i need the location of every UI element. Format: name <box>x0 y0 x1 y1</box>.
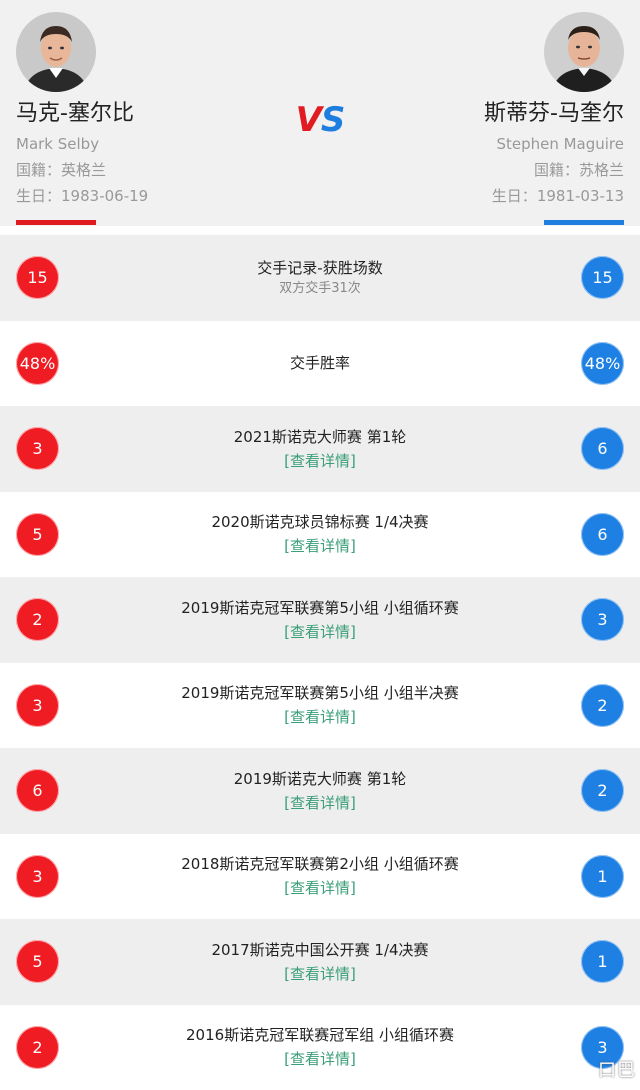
right-score-badge: 3 <box>581 598 624 641</box>
player-left-birthday: 生日：1983-06-19 <box>16 186 148 206</box>
right-score-badge: 48% <box>581 342 624 385</box>
match-title: 2017斯诺克中国公开赛 1/4决赛 <box>211 939 428 961</box>
player-left-avatar[interactable] <box>16 12 96 92</box>
right-score-badge: 2 <box>581 684 624 727</box>
view-details-link[interactable]: [查看详情] <box>284 535 356 557</box>
nationality-value: 英格兰 <box>61 161 106 179</box>
view-details-link[interactable]: [查看详情] <box>284 706 356 728</box>
view-details-link[interactable]: [查看详情] <box>284 877 356 899</box>
match-title: 2019斯诺克大师赛 第1轮 <box>234 768 407 790</box>
player-right: 斯蒂芬-马奎尔 Stephen Maguire 国籍：苏格兰 生日：1981-0… <box>484 12 624 206</box>
left-score-badge: 2 <box>16 1026 59 1069</box>
player-left-color-bar <box>16 220 96 225</box>
left-score-badge: 2 <box>16 598 59 641</box>
nationality-label: 国籍： <box>534 161 579 179</box>
row-center: 2018斯诺克冠军联赛第2小组 小组循环赛 [查看详情] <box>90 834 550 920</box>
match-title: 2019斯诺克冠军联赛第5小组 小组半决赛 <box>181 682 459 704</box>
matchup-header: 马克-塞尔比 Mark Selby 国籍：英格兰 生日：1983-06-19 V… <box>0 0 640 226</box>
view-details-link[interactable]: [查看详情] <box>284 621 356 643</box>
match-row: 5 2017斯诺克中国公开赛 1/4决赛 [查看详情] 1 <box>0 919 640 1005</box>
left-score-badge: 3 <box>16 855 59 898</box>
view-details-link[interactable]: [查看详情] <box>284 792 356 814</box>
row-center: 2020斯诺克球员锦标赛 1/4决赛 [查看详情] <box>90 492 550 578</box>
row-title: 交手胜率 <box>290 352 350 374</box>
match-title: 2020斯诺克球员锦标赛 1/4决赛 <box>211 511 428 533</box>
player-left-nationality: 国籍：英格兰 <box>16 160 148 180</box>
row-center: 交手记录-获胜场数 双方交手31次 <box>90 235 550 321</box>
row-center: 交手胜率 <box>90 321 550 407</box>
view-details-link[interactable]: [查看详情] <box>284 963 356 985</box>
row-center: 2019斯诺克冠军联赛第5小组 小组半决赛 [查看详情] <box>90 663 550 749</box>
win-rate-row: 48% 交手胜率 48% <box>0 321 640 407</box>
row-center: 2017斯诺克中国公开赛 1/4决赛 [查看详情] <box>90 919 550 1005</box>
row-center: 2019斯诺克冠军联赛第5小组 小组循环赛 [查看详情] <box>90 577 550 663</box>
player-right-avatar[interactable] <box>544 12 624 92</box>
row-title: 交手记录-获胜场数 <box>257 257 382 279</box>
player-right-name: 斯蒂芬-马奎尔 <box>484 100 624 128</box>
view-details-link[interactable]: [查看详情] <box>284 450 356 472</box>
nationality-value: 苏格兰 <box>579 161 624 179</box>
player-right-color-bar <box>544 220 624 225</box>
row-subtitle: 双方交手31次 <box>279 279 361 299</box>
match-title: 2016斯诺克冠军联赛冠军组 小组循环赛 <box>186 1024 454 1046</box>
right-score-badge: 6 <box>581 513 624 556</box>
left-score-badge: 3 <box>16 684 59 727</box>
record-summary-row: 15 交手记录-获胜场数 双方交手31次 15 <box>0 235 640 321</box>
match-row: 3 2018斯诺克冠军联赛第2小组 小组循环赛 [查看详情] 1 <box>0 834 640 920</box>
vs-letter-s: S <box>321 100 345 140</box>
player-right-birthday: 生日：1981-03-13 <box>484 186 624 206</box>
match-row: 6 2019斯诺克大师赛 第1轮 [查看详情] 2 <box>0 748 640 834</box>
player-right-english-name: Stephen Maguire <box>484 134 624 154</box>
left-score-badge: 5 <box>16 513 59 556</box>
right-score-badge: 1 <box>581 855 624 898</box>
match-title: 2019斯诺克冠军联赛第5小组 小组循环赛 <box>181 597 459 619</box>
match-row: 3 2021斯诺克大师赛 第1轮 [查看详情] 6 <box>0 406 640 492</box>
watermark-text: 口巴 <box>598 1056 636 1082</box>
right-score-badge: 1 <box>581 940 624 983</box>
birthday-label: 生日： <box>16 187 61 205</box>
nationality-label: 国籍： <box>16 161 61 179</box>
match-row: 2 2019斯诺克冠军联赛第5小组 小组循环赛 [查看详情] 3 <box>0 577 640 663</box>
right-score-badge: 2 <box>581 769 624 812</box>
left-score-badge: 48% <box>16 342 59 385</box>
left-score-badge: 5 <box>16 940 59 983</box>
birthday-value: 1983-06-19 <box>61 187 148 205</box>
vs-letter-v: V <box>296 100 321 140</box>
player-right-nationality: 国籍：苏格兰 <box>484 160 624 180</box>
row-center: 2021斯诺克大师赛 第1轮 [查看详情] <box>90 406 550 492</box>
row-center: 2016斯诺克冠军联赛冠军组 小组循环赛 [查看详情] <box>90 1005 550 1090</box>
row-center: 2019斯诺克大师赛 第1轮 [查看详情] <box>90 748 550 834</box>
birthday-label: 生日： <box>492 187 537 205</box>
match-title: 2021斯诺克大师赛 第1轮 <box>234 426 407 448</box>
match-row: 5 2020斯诺克球员锦标赛 1/4决赛 [查看详情] 6 <box>0 492 640 578</box>
birthday-value: 1981-03-13 <box>537 187 624 205</box>
right-score-badge: 6 <box>581 427 624 470</box>
match-row: 2 2016斯诺克冠军联赛冠军组 小组循环赛 [查看详情] 3 <box>0 1005 640 1090</box>
match-title: 2018斯诺克冠军联赛第2小组 小组循环赛 <box>181 853 459 875</box>
view-details-link[interactable]: [查看详情] <box>284 1048 356 1070</box>
match-row: 3 2019斯诺克冠军联赛第5小组 小组半决赛 [查看详情] 2 <box>0 663 640 749</box>
left-score-badge: 3 <box>16 427 59 470</box>
right-score-badge: 15 <box>581 256 624 299</box>
left-score-badge: 15 <box>16 256 59 299</box>
left-score-badge: 6 <box>16 769 59 812</box>
head-to-head-list: 15 交手记录-获胜场数 双方交手31次 15 48% 交手胜率 48% 3 2… <box>0 235 640 1090</box>
